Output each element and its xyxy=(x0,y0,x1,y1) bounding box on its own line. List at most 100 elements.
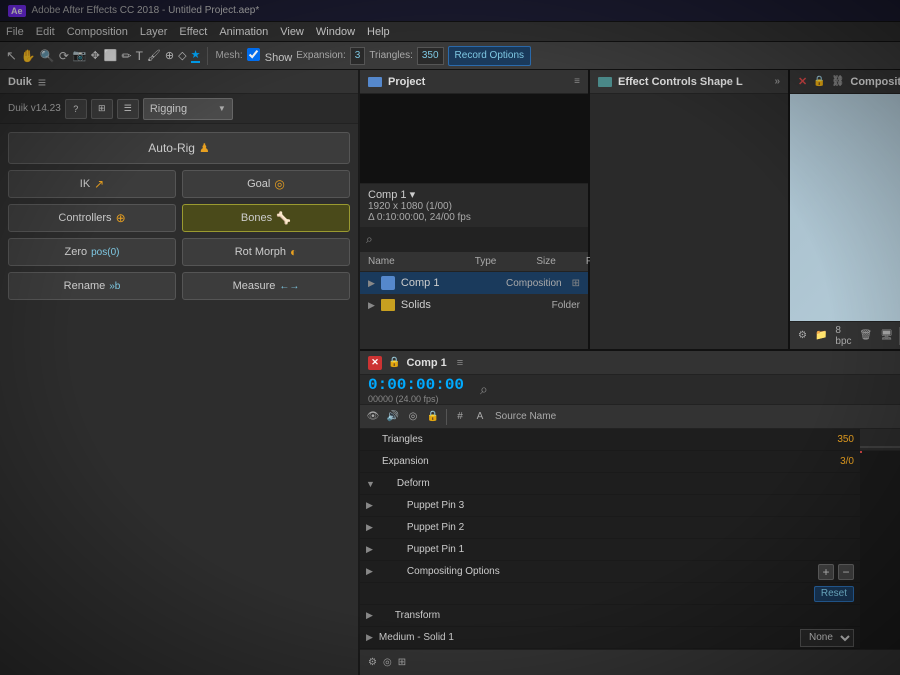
controllers-bones-row: Controllers ⊕ Bones 🦴 xyxy=(8,204,350,232)
menu-animation[interactable]: Animation xyxy=(219,26,268,38)
project-list-header: Name Type Size F xyxy=(360,252,588,272)
duik-menu-icon[interactable]: ≡ xyxy=(38,74,46,90)
effect-controls-title: Effect Controls Shape L xyxy=(618,76,743,88)
table-row[interactable]: ▶ Puppet Pin 1 xyxy=(360,539,860,561)
folder-icon[interactable]: 📁 xyxy=(815,330,827,341)
monitor-icon[interactable]: 🖥 xyxy=(880,330,893,341)
project-preview xyxy=(360,94,588,184)
show-checkbox[interactable] xyxy=(247,48,260,61)
expand-arrow-icon[interactable]: ▼ xyxy=(366,479,375,489)
eraser-tool-icon[interactable]: ◇ xyxy=(178,49,186,62)
audio-toggle[interactable]: 🔊 xyxy=(384,408,402,426)
list-item[interactable]: ▶ Comp 1 Composition ⊞ xyxy=(360,272,588,294)
timecode-main-display[interactable]: 0:00:00:00 00000 (24.00 fps) xyxy=(368,376,464,404)
mask-tool-icon[interactable]: ⬜ xyxy=(104,49,118,62)
pen-tool-icon[interactable]: ✏ xyxy=(122,49,132,63)
bottom-icon3[interactable]: ⊞ xyxy=(398,657,406,668)
trash-icon[interactable]: 🗑 xyxy=(860,330,873,341)
duik-list-button[interactable]: ☰ xyxy=(117,99,139,119)
selection-tool-icon[interactable]: ↖ xyxy=(6,48,17,64)
measure-button[interactable]: Measure ←→ xyxy=(182,272,350,300)
list-item[interactable]: ▶ Solids Folder xyxy=(360,294,588,316)
table-row[interactable]: ▼ Deform xyxy=(360,473,860,495)
parent-none-dropdown[interactable]: None xyxy=(800,629,854,647)
auto-rig-button[interactable]: Auto-Rig ♟ xyxy=(8,132,350,164)
ik-button[interactable]: IK ↗ xyxy=(8,170,176,198)
zero-button[interactable]: Zero pos(0) xyxy=(8,238,176,266)
expansion-value[interactable]: 3 xyxy=(350,47,366,65)
expand-arrow-icon[interactable]: ▶ xyxy=(366,500,373,511)
layer-name-toggle[interactable]: A xyxy=(471,408,489,426)
search-timeline-icon[interactable]: ⌕ xyxy=(480,381,488,398)
camera-tool-icon[interactable]: 📷 xyxy=(73,49,87,62)
rotate-tool-icon[interactable]: ⟳ xyxy=(59,49,69,63)
menu-file[interactable]: File xyxy=(6,26,24,38)
menu-effect[interactable]: Effect xyxy=(179,26,207,38)
subtract-button[interactable]: − xyxy=(838,564,854,580)
expansion-label: Expansion xyxy=(382,456,429,467)
timeline-close-button[interactable]: ✕ xyxy=(368,356,382,370)
visibility-toggle[interactable]: 👁 xyxy=(364,408,382,426)
render-icon2[interactable]: ⚙ xyxy=(368,657,377,668)
composition-panel: ✕ 🔒 ⛓ Composition Comp 1 ≡ xyxy=(790,70,900,349)
record-options-button[interactable]: Record Options xyxy=(448,46,531,66)
zoom-tool-icon[interactable]: 🔍 xyxy=(40,49,55,63)
mesh-label: Mesh: xyxy=(215,50,242,61)
add-button[interactable]: + xyxy=(818,564,834,580)
expand-arrow-icon[interactable]: ▶ xyxy=(366,610,373,621)
table-row[interactable]: ▶ Puppet Pin 3 xyxy=(360,495,860,517)
menu-window[interactable]: Window xyxy=(316,26,355,38)
label-toggle[interactable]: # xyxy=(451,408,469,426)
link-icon[interactable]: ⛓ xyxy=(832,76,845,87)
lock-icon[interactable]: 🔒 xyxy=(813,76,825,87)
bones-button[interactable]: Bones 🦴 xyxy=(182,204,350,232)
solo-toggle[interactable]: ◎ xyxy=(404,408,422,426)
project-expand-icon[interactable]: ≡ xyxy=(574,76,580,87)
lock-toggle[interactable]: 🔒 xyxy=(424,408,442,426)
solid-name: Medium - Solid 1 xyxy=(379,632,454,643)
duik-help-button[interactable]: ? xyxy=(65,99,87,119)
composition-canvas-area[interactable] xyxy=(790,94,900,321)
rot-morph-button[interactable]: Rot Morph ◐ xyxy=(182,238,350,266)
menu-edit[interactable]: Edit xyxy=(36,26,55,38)
table-row[interactable]: ▶ Puppet Pin 2 xyxy=(360,517,860,539)
menu-composition[interactable]: Composition xyxy=(67,26,128,38)
paint-tool-icon[interactable]: 🖌 xyxy=(147,49,161,62)
rename-button[interactable]: Rename »b xyxy=(8,272,176,300)
table-row[interactable]: ▶ Medium - Solid 1 None xyxy=(360,627,860,649)
menu-layer[interactable]: Layer xyxy=(140,26,168,38)
table-row[interactable]: ▶ Compositing Options + − xyxy=(360,561,860,583)
controllers-button[interactable]: Controllers ⊕ xyxy=(8,204,176,232)
render-icon[interactable]: ⚙ xyxy=(798,330,807,341)
table-row[interactable]: Expansion 3/0 xyxy=(360,451,860,473)
expand-arrow-icon[interactable]: ▶ xyxy=(366,544,373,555)
reset-button[interactable]: Reset xyxy=(814,586,854,602)
table-row[interactable]: ▶ Transform xyxy=(360,605,860,627)
zero-rotmorph-row: Zero pos(0) Rot Morph ◐ xyxy=(8,238,350,266)
project-search-input[interactable] xyxy=(377,234,582,245)
timeline-expand[interactable]: ≡ xyxy=(457,357,463,369)
lock-icon2[interactable]: 🔒 xyxy=(388,357,400,368)
expand-arrow-icon[interactable]: ▶ xyxy=(366,522,373,533)
text-tool-icon[interactable]: T xyxy=(136,49,143,63)
goal-button[interactable]: Goal ◎ xyxy=(182,170,350,198)
clone-tool-icon[interactable]: ⊕ xyxy=(165,49,174,62)
expand-arrow-icon[interactable]: ▶ xyxy=(366,632,373,643)
close-icon[interactable]: ✕ xyxy=(798,75,807,88)
triangles-label: Triangles xyxy=(382,434,423,445)
menu-view[interactable]: View xyxy=(280,26,304,38)
table-row[interactable]: Triangles 350 xyxy=(360,429,860,451)
duik-grid-button[interactable]: ⊞ xyxy=(91,99,113,119)
puppet-tool-icon[interactable]: ★ xyxy=(191,48,201,63)
playhead[interactable] xyxy=(860,451,862,453)
effect-expand-icon[interactable]: » xyxy=(774,76,780,87)
duik-mode-dropdown[interactable]: Rigging ▼ xyxy=(143,98,233,120)
triangles-value[interactable]: 350 xyxy=(417,47,444,65)
menu-help[interactable]: Help xyxy=(367,26,390,38)
bottom-icon2[interactable]: ◎ xyxy=(383,657,392,668)
duik-buttons-area: Auto-Rig ♟ IK ↗ Goal ◎ Controllers xyxy=(0,124,358,308)
expand-arrow-icon[interactable]: ▶ xyxy=(366,566,373,577)
hand-tool-icon[interactable]: ✋ xyxy=(21,49,36,63)
pan-tool-icon[interactable]: ✥ xyxy=(91,49,100,62)
composition-title: Composition xyxy=(850,76,900,88)
